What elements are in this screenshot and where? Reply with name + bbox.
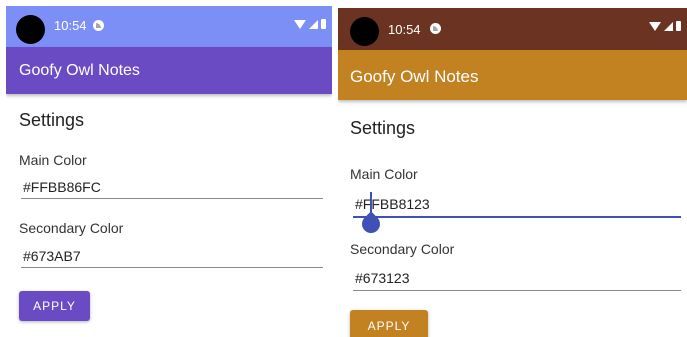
main-color-field[interactable]: #FFBB8123 xyxy=(353,192,681,237)
notification-icon xyxy=(93,20,104,31)
status-bar: 10:54 xyxy=(338,8,687,50)
secondary-color-label: Secondary Color xyxy=(350,241,455,257)
apply-button[interactable]: APPLY xyxy=(350,310,428,337)
signal-icon xyxy=(309,19,318,29)
page-title: Settings xyxy=(350,118,416,138)
app-title: Goofy Owl Notes xyxy=(19,62,140,79)
page-title: Settings xyxy=(19,110,85,130)
system-icons xyxy=(294,19,326,29)
main-color-value: #FFBB8123 xyxy=(355,196,430,212)
left-screen: 10:54 Goofy Owl Notes Settings Main Colo… xyxy=(6,6,332,337)
app-title: Goofy Owl Notes xyxy=(350,67,479,86)
camera-cutout xyxy=(16,15,45,44)
secondary-color-label: Secondary Color xyxy=(19,220,124,236)
secondary-color-value: #673AB7 xyxy=(23,248,81,264)
signal-icon xyxy=(664,21,673,31)
right-screen: 10:54 Goofy Owl Notes Settings Main Colo… xyxy=(338,8,687,337)
main-color-label: Main Color xyxy=(350,166,418,182)
cursor-drag-handle[interactable] xyxy=(358,211,384,237)
main-color-field[interactable]: #FFBB86FC xyxy=(21,174,323,199)
camera-cutout xyxy=(350,17,379,46)
status-bar: 10:54 xyxy=(6,6,332,47)
app-bar: Goofy Owl Notes xyxy=(338,50,687,100)
main-color-label: Main Color xyxy=(19,152,87,168)
app-bar: Goofy Owl Notes xyxy=(6,47,332,94)
apply-button[interactable]: APPLY xyxy=(19,291,90,321)
wifi-icon xyxy=(294,19,306,29)
status-time: 10:54 xyxy=(54,18,87,33)
secondary-color-field[interactable]: #673123 xyxy=(353,266,681,291)
battery-icon xyxy=(676,21,681,31)
notification-icon xyxy=(430,23,441,34)
secondary-color-value: #673123 xyxy=(355,270,410,286)
secondary-color-field[interactable]: #673AB7 xyxy=(21,243,323,268)
main-color-value: #FFBB86FC xyxy=(23,179,101,195)
status-time: 10:54 xyxy=(388,22,421,37)
system-icons xyxy=(649,21,681,31)
battery-icon xyxy=(321,19,326,29)
wifi-icon xyxy=(649,21,661,31)
